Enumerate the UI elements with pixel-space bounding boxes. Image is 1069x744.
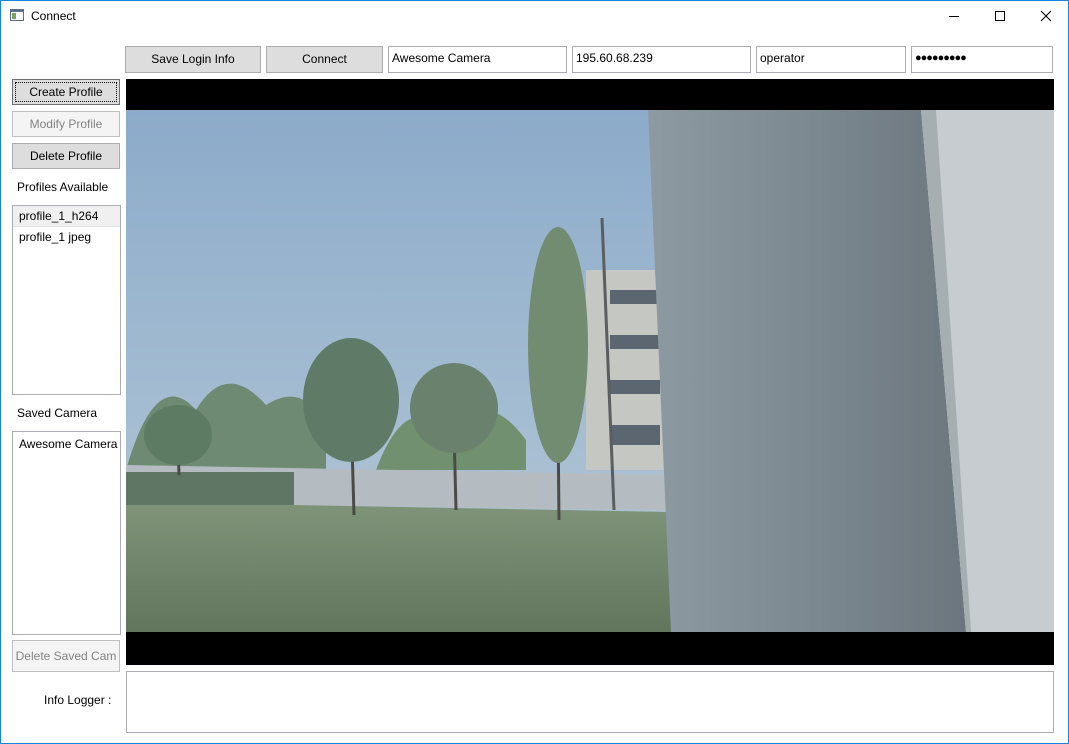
username-input[interactable]: operator — [756, 46, 906, 73]
minimize-icon — [949, 16, 959, 17]
saved-camera-list[interactable]: Awesome Camera — [12, 431, 121, 635]
maximize-icon — [995, 11, 1005, 21]
list-item[interactable]: Awesome Camera — [13, 434, 120, 454]
modify-profile-button[interactable]: Modify Profile — [12, 111, 120, 137]
minimize-button[interactable] — [931, 1, 977, 31]
video-display — [126, 79, 1054, 665]
delete-profile-button[interactable]: Delete Profile — [12, 143, 120, 169]
camera-stream-image — [126, 110, 1054, 632]
ip-address-input[interactable]: 195.60.68.239 — [572, 46, 751, 73]
info-logger-textbox[interactable] — [126, 671, 1054, 733]
password-input[interactable]: ●●●●●●●●● — [911, 46, 1053, 73]
list-item[interactable]: profile_1 jpeg — [13, 227, 120, 247]
maximize-button[interactable] — [977, 1, 1023, 31]
close-button[interactable] — [1023, 1, 1068, 31]
profiles-available-heading: Profiles Available — [17, 180, 109, 194]
app-window-icon — [10, 9, 24, 21]
save-login-info-button[interactable]: Save Login Info — [125, 46, 261, 73]
title-bar: Connect — [1, 1, 1068, 31]
profiles-list[interactable]: profile_1_h264 profile_1 jpeg — [12, 205, 121, 395]
window-title: Connect — [31, 9, 76, 23]
connect-button[interactable]: Connect — [266, 46, 383, 73]
list-item[interactable]: profile_1_h264 — [13, 206, 120, 227]
create-profile-button[interactable]: Create Profile — [12, 79, 120, 105]
close-icon — [1040, 10, 1052, 22]
saved-camera-heading: Saved Camera — [17, 406, 98, 420]
delete-saved-cam-button[interactable]: Delete Saved Cam — [12, 640, 120, 672]
camera-name-input[interactable]: Awesome Camera — [388, 46, 567, 73]
info-logger-label: Info Logger : — [44, 693, 112, 707]
connect-window: Connect Save Login Info Connect Awesome … — [0, 0, 1069, 744]
